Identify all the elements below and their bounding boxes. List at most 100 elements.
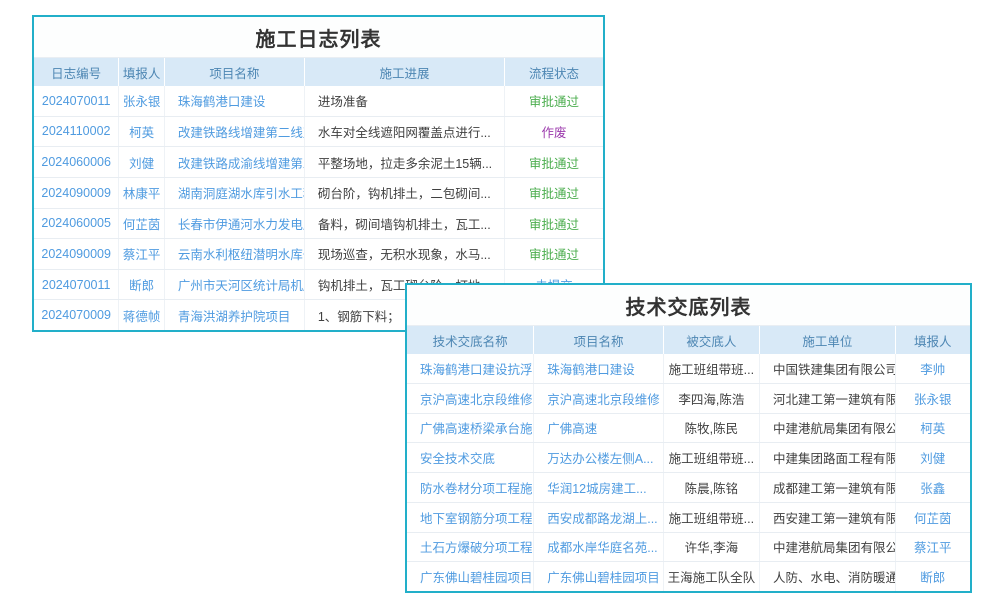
- disclosee-text: 施工班组带班...: [664, 503, 760, 532]
- progress-text: 备料，砌间墙钩机排土，瓦工...: [305, 209, 505, 239]
- table-row: 2024060006刘健改建铁路成渝线增建第二...平整场地，拉走多余泥土15辆…: [34, 147, 603, 178]
- project-name-link[interactable]: 改建铁路线增建第二线直...: [165, 117, 305, 147]
- log-id-link[interactable]: 2024070009: [34, 300, 119, 330]
- progress-text: 砌台阶，钩机排土，二包砌间...: [305, 178, 505, 208]
- construction-log-title: 施工日志列表: [34, 17, 603, 58]
- column-header-disclosee: 被交底人: [664, 326, 760, 354]
- log-id-link[interactable]: 2024070011: [34, 270, 119, 300]
- disclosee-text: 施工班组带班...: [664, 443, 760, 472]
- table-row: 地下室钢筋分项工程...西安成都路龙湖上...施工班组带班...西安建工第一建筑…: [407, 503, 970, 533]
- disclosee-text: 施工班组带班...: [664, 354, 760, 383]
- status-badge: 审批通过: [505, 239, 603, 269]
- log-id-link[interactable]: 2024090009: [34, 239, 119, 269]
- column-header-progress: 施工进展: [305, 58, 505, 86]
- construction-unit-text: 中建港航局集团有限公司: [760, 414, 896, 443]
- disclosee-text: 陈晨,陈铭: [664, 473, 760, 502]
- disclosure-name-link[interactable]: 广佛高速桥梁承台施...: [407, 414, 534, 443]
- technical-disclosure-header-row: 技术交底名称项目名称被交底人施工单位填报人: [407, 326, 970, 354]
- project-name-link[interactable]: 成都水岸华庭名苑...: [534, 533, 663, 562]
- project-name-link[interactable]: 珠海鹤港口建设: [534, 354, 663, 383]
- table-row: 京沪高速北京段维修...京沪高速北京段维修李四海,陈浩河北建工第一建筑有限责任公…: [407, 384, 970, 414]
- disclosee-text: 许华,李海: [664, 533, 760, 562]
- log-id-link[interactable]: 2024060006: [34, 147, 119, 177]
- disclosure-name-link[interactable]: 安全技术交底: [407, 443, 534, 472]
- status-badge: 审批通过: [505, 86, 603, 116]
- reporter-link[interactable]: 何芷茵: [896, 503, 970, 532]
- project-name-link[interactable]: 广东佛山碧桂园项目: [534, 562, 663, 591]
- project-name-link[interactable]: 广佛高速: [534, 414, 663, 443]
- disclosure-name-link[interactable]: 珠海鹤港口建设抗浮...: [407, 354, 534, 383]
- project-name-link[interactable]: 改建铁路成渝线增建第二...: [165, 147, 305, 177]
- construction-unit-text: 成都建工第一建筑有限责任公司: [760, 473, 896, 502]
- project-name-link[interactable]: 广州市天河区统计局机房...: [165, 270, 305, 300]
- disclosee-text: 王海施工队全队: [664, 562, 760, 591]
- progress-text: 现场巡查，无积水现象，水马...: [305, 239, 505, 269]
- column-header-log_id: 日志编号: [34, 58, 119, 86]
- log-id-link[interactable]: 2024090009: [34, 178, 119, 208]
- table-row: 2024110002柯英改建铁路线增建第二线直...水车对全线遮阳网覆盖点进行.…: [34, 117, 603, 148]
- reporter-link[interactable]: 刘健: [119, 147, 165, 177]
- technical-disclosure-panel: 技术交底列表 技术交底名称项目名称被交底人施工单位填报人 珠海鹤港口建设抗浮..…: [405, 283, 972, 593]
- column-header-status: 流程状态: [505, 58, 603, 86]
- log-id-link[interactable]: 2024110002: [34, 117, 119, 147]
- table-row: 土石方爆破分项工程...成都水岸华庭名苑...许华,李海中建港航局集团有限公司蔡…: [407, 533, 970, 563]
- reporter-link[interactable]: 断郎: [119, 270, 165, 300]
- column-header-project: 项目名称: [534, 326, 663, 354]
- project-name-link[interactable]: 万达办公楼左侧A...: [534, 443, 663, 472]
- reporter-link[interactable]: 蒋德帧: [119, 300, 165, 330]
- reporter-link[interactable]: 李帅: [896, 354, 970, 383]
- table-row: 防水卷材分项工程施...华润12城房建工...陈晨,陈铭成都建工第一建筑有限责任…: [407, 473, 970, 503]
- reporter-link[interactable]: 断郎: [896, 562, 970, 591]
- table-row: 广佛高速桥梁承台施...广佛高速陈牧,陈民中建港航局集团有限公司柯英: [407, 414, 970, 444]
- project-name-link[interactable]: 华润12城房建工...: [534, 473, 663, 502]
- reporter-link[interactable]: 何芷茵: [119, 209, 165, 239]
- reporter-link[interactable]: 刘健: [896, 443, 970, 472]
- log-id-link[interactable]: 2024060005: [34, 209, 119, 239]
- project-name-link[interactable]: 云南水利枢纽潜明水库一...: [165, 239, 305, 269]
- status-badge: 审批通过: [505, 147, 603, 177]
- project-name-link[interactable]: 西安成都路龙湖上...: [534, 503, 663, 532]
- construction-log-header-row: 日志编号填报人项目名称施工进展流程状态: [34, 58, 603, 86]
- disclosee-text: 陈牧,陈民: [664, 414, 760, 443]
- construction-unit-text: 中建港航局集团有限公司: [760, 533, 896, 562]
- column-header-disclosure_name: 技术交底名称: [407, 326, 534, 354]
- status-badge: 作废: [505, 117, 603, 147]
- reporter-link[interactable]: 张永银: [896, 384, 970, 413]
- reporter-link[interactable]: 林康平: [119, 178, 165, 208]
- disclosure-name-link[interactable]: 地下室钢筋分项工程...: [407, 503, 534, 532]
- table-row: 2024070011张永银珠海鹤港口建设进场准备审批通过: [34, 86, 603, 117]
- reporter-link[interactable]: 柯英: [119, 117, 165, 147]
- reporter-link[interactable]: 蔡江平: [896, 533, 970, 562]
- progress-text: 进场准备: [305, 86, 505, 116]
- log-id-link[interactable]: 2024070011: [34, 86, 119, 116]
- disclosure-name-link[interactable]: 防水卷材分项工程施...: [407, 473, 534, 502]
- project-name-link[interactable]: 京沪高速北京段维修: [534, 384, 663, 413]
- column-header-unit: 施工单位: [760, 326, 896, 354]
- table-row: 广东佛山碧桂园项目...广东佛山碧桂园项目王海施工队全队人防、水电、消防暖通断郎: [407, 562, 970, 591]
- project-name-link[interactable]: 珠海鹤港口建设: [165, 86, 305, 116]
- table-row: 2024090009蔡江平云南水利枢纽潜明水库一...现场巡查，无积水现象，水马…: [34, 239, 603, 270]
- status-badge: 审批通过: [505, 209, 603, 239]
- reporter-link[interactable]: 蔡江平: [119, 239, 165, 269]
- construction-unit-text: 中国铁建集团有限公司: [760, 354, 896, 383]
- technical-disclosure-body: 珠海鹤港口建设抗浮...珠海鹤港口建设施工班组带班...中国铁建集团有限公司李帅…: [407, 354, 970, 591]
- project-name-link[interactable]: 长春市伊通河水力发电厂...: [165, 209, 305, 239]
- disclosure-name-link[interactable]: 广东佛山碧桂园项目...: [407, 562, 534, 591]
- table-row: 2024090009林康平湖南洞庭湖水库引水工程...砌台阶，钩机排土，二包砌间…: [34, 178, 603, 209]
- table-row: 安全技术交底万达办公楼左侧A...施工班组带班...中建集团路面工程有限公司刘健: [407, 443, 970, 473]
- status-badge: 审批通过: [505, 178, 603, 208]
- project-name-link[interactable]: 青海洪湖养护院项目: [165, 300, 305, 330]
- reporter-link[interactable]: 柯英: [896, 414, 970, 443]
- project-name-link[interactable]: 湖南洞庭湖水库引水工程...: [165, 178, 305, 208]
- technical-disclosure-title: 技术交底列表: [407, 285, 970, 326]
- disclosure-name-link[interactable]: 土石方爆破分项工程...: [407, 533, 534, 562]
- column-header-project: 项目名称: [165, 58, 305, 86]
- disclosure-name-link[interactable]: 京沪高速北京段维修...: [407, 384, 534, 413]
- disclosee-text: 李四海,陈浩: [664, 384, 760, 413]
- column-header-reporter: 填报人: [119, 58, 165, 86]
- progress-text: 水车对全线遮阳网覆盖点进行...: [305, 117, 505, 147]
- progress-text: 平整场地，拉走多余泥土15辆...: [305, 147, 505, 177]
- construction-unit-text: 西安建工第一建筑有限责任公司: [760, 503, 896, 532]
- reporter-link[interactable]: 张鑫: [896, 473, 970, 502]
- reporter-link[interactable]: 张永银: [119, 86, 165, 116]
